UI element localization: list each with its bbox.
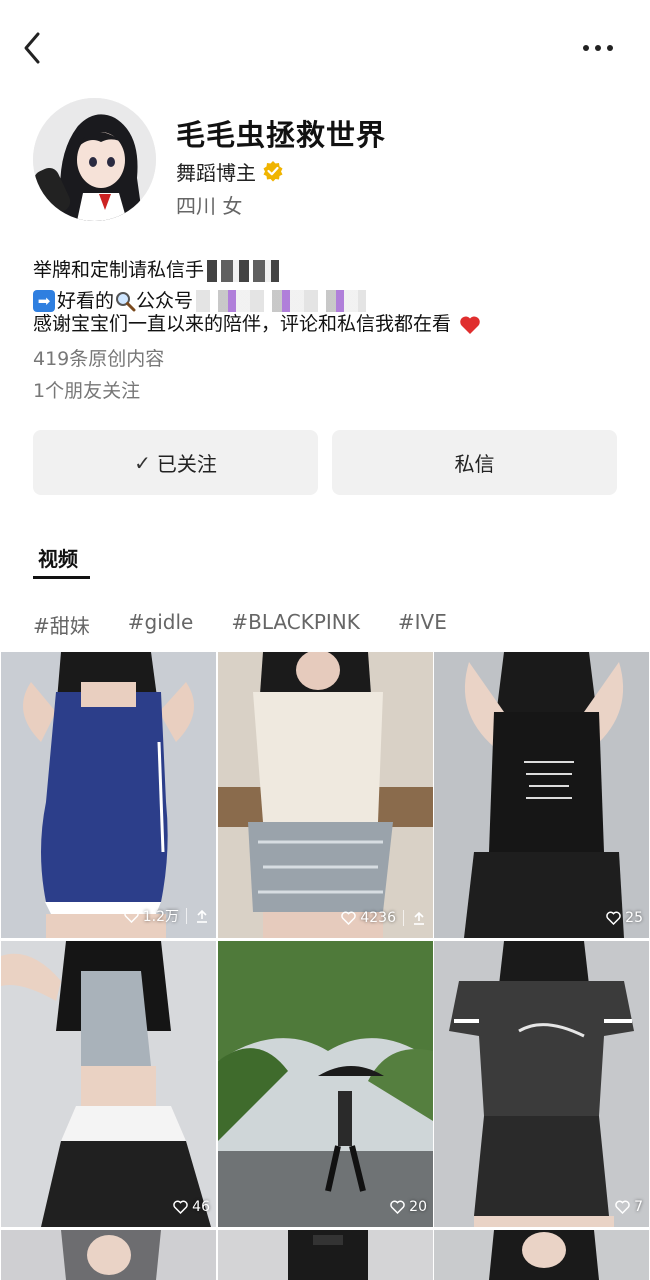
video-thumbnail: [218, 652, 433, 938]
profile-name: 毛毛虫拯救世界: [176, 118, 387, 152]
more-button[interactable]: [576, 28, 620, 68]
chevron-left-icon: [24, 32, 40, 64]
video-tile[interactable]: 1.2万: [1, 652, 216, 938]
avatar[interactable]: [33, 98, 156, 221]
share-icon[interactable]: [411, 910, 427, 926]
back-button[interactable]: [18, 28, 50, 68]
original-content-count[interactable]: 419条原创内容: [33, 344, 164, 371]
video-like-count: 4236: [360, 910, 396, 926]
verified-badge-icon: [263, 161, 283, 182]
tab-videos[interactable]: 视频: [38, 543, 78, 572]
video-thumbnail: [1, 941, 216, 1227]
following-button-label: 已关注: [156, 452, 217, 476]
stats-divider: [403, 910, 404, 926]
avatar-anime-girl-image: [33, 98, 156, 221]
top-bar: [0, 0, 650, 96]
bio-line-1-text: 举牌和定制请私信: [33, 259, 186, 281]
role-row: 舞蹈博主: [176, 157, 284, 185]
video-thumbnail: [434, 941, 649, 1227]
bio-line-3: 感谢宝宝们一直以来的陪伴，评论和私信我都在看: [33, 308, 633, 340]
hashtag-3[interactable]: #BLACKPINK: [231, 610, 360, 639]
video-stats: 46: [173, 1199, 210, 1215]
heart-outline-icon: [173, 1200, 188, 1214]
hashtag-row: #甜妹 #gidle #BLACKPINK #IVE: [33, 610, 447, 639]
video-thumbnail: [434, 652, 649, 938]
red-heart-emoji-icon: [460, 315, 480, 334]
video-tile[interactable]: 25: [434, 652, 649, 938]
video-tile[interactable]: 20: [218, 941, 433, 1227]
video-tile[interactable]: [1, 1230, 216, 1280]
message-button-label: 私信: [454, 452, 495, 476]
video-stats: 20: [390, 1199, 427, 1215]
heart-outline-icon: [606, 911, 621, 925]
message-button[interactable]: 私信: [332, 430, 617, 495]
video-tile[interactable]: 46: [1, 941, 216, 1227]
stats-divider: [186, 908, 187, 924]
video-thumbnail: [218, 1230, 433, 1280]
friends-following-count[interactable]: 1个朋友关注: [33, 376, 140, 403]
hashtag-4[interactable]: #IVE: [398, 610, 447, 639]
video-tile[interactable]: [218, 1230, 433, 1280]
video-thumbnail: [218, 941, 433, 1227]
video-thumbnail: [1, 1230, 216, 1280]
video-like-count: 1.2万: [142, 909, 179, 925]
bio-line-3-text: 感谢宝宝们一直以来的陪伴，评论和私信我都在看: [33, 313, 452, 335]
profile-location: 四川 女: [176, 194, 243, 218]
more-horizontal-icon: [583, 45, 613, 51]
video-stats: 7: [615, 1199, 643, 1215]
tab-active-indicator: [33, 576, 90, 579]
video-tile[interactable]: 7: [434, 941, 649, 1227]
bio-line-1: 举牌和定制请私信手: [33, 254, 633, 286]
video-thumbnail: [1, 652, 216, 938]
video-like-count: 46: [192, 1199, 210, 1215]
heart-outline-icon: [390, 1200, 405, 1214]
video-stats: 25: [606, 910, 643, 926]
heart-outline-icon: [341, 911, 357, 925]
heart-outline-icon: [615, 1200, 630, 1214]
video-like-count: 25: [625, 910, 643, 926]
video-thumbnail: [434, 1230, 649, 1280]
video-like-count: 20: [409, 1199, 427, 1215]
redacted-contact: [207, 259, 280, 282]
profile-role: 舞蹈博主: [176, 160, 256, 185]
hashtag-1[interactable]: #甜妹: [33, 610, 90, 639]
share-icon[interactable]: [194, 908, 210, 924]
video-stats: 4236: [341, 910, 427, 926]
video-stats: 1.2万: [123, 906, 210, 926]
following-button[interactable]: ✓ 已关注: [33, 430, 318, 495]
heart-outline-icon: [123, 909, 139, 923]
bio-line-1-tail: 手: [185, 259, 205, 281]
checkmark-icon: ✓: [134, 450, 151, 475]
video-tile[interactable]: 4236: [218, 652, 433, 938]
video-tile[interactable]: [434, 1230, 649, 1280]
hashtag-2[interactable]: #gidle: [128, 610, 194, 639]
video-like-count: 7: [634, 1199, 643, 1215]
